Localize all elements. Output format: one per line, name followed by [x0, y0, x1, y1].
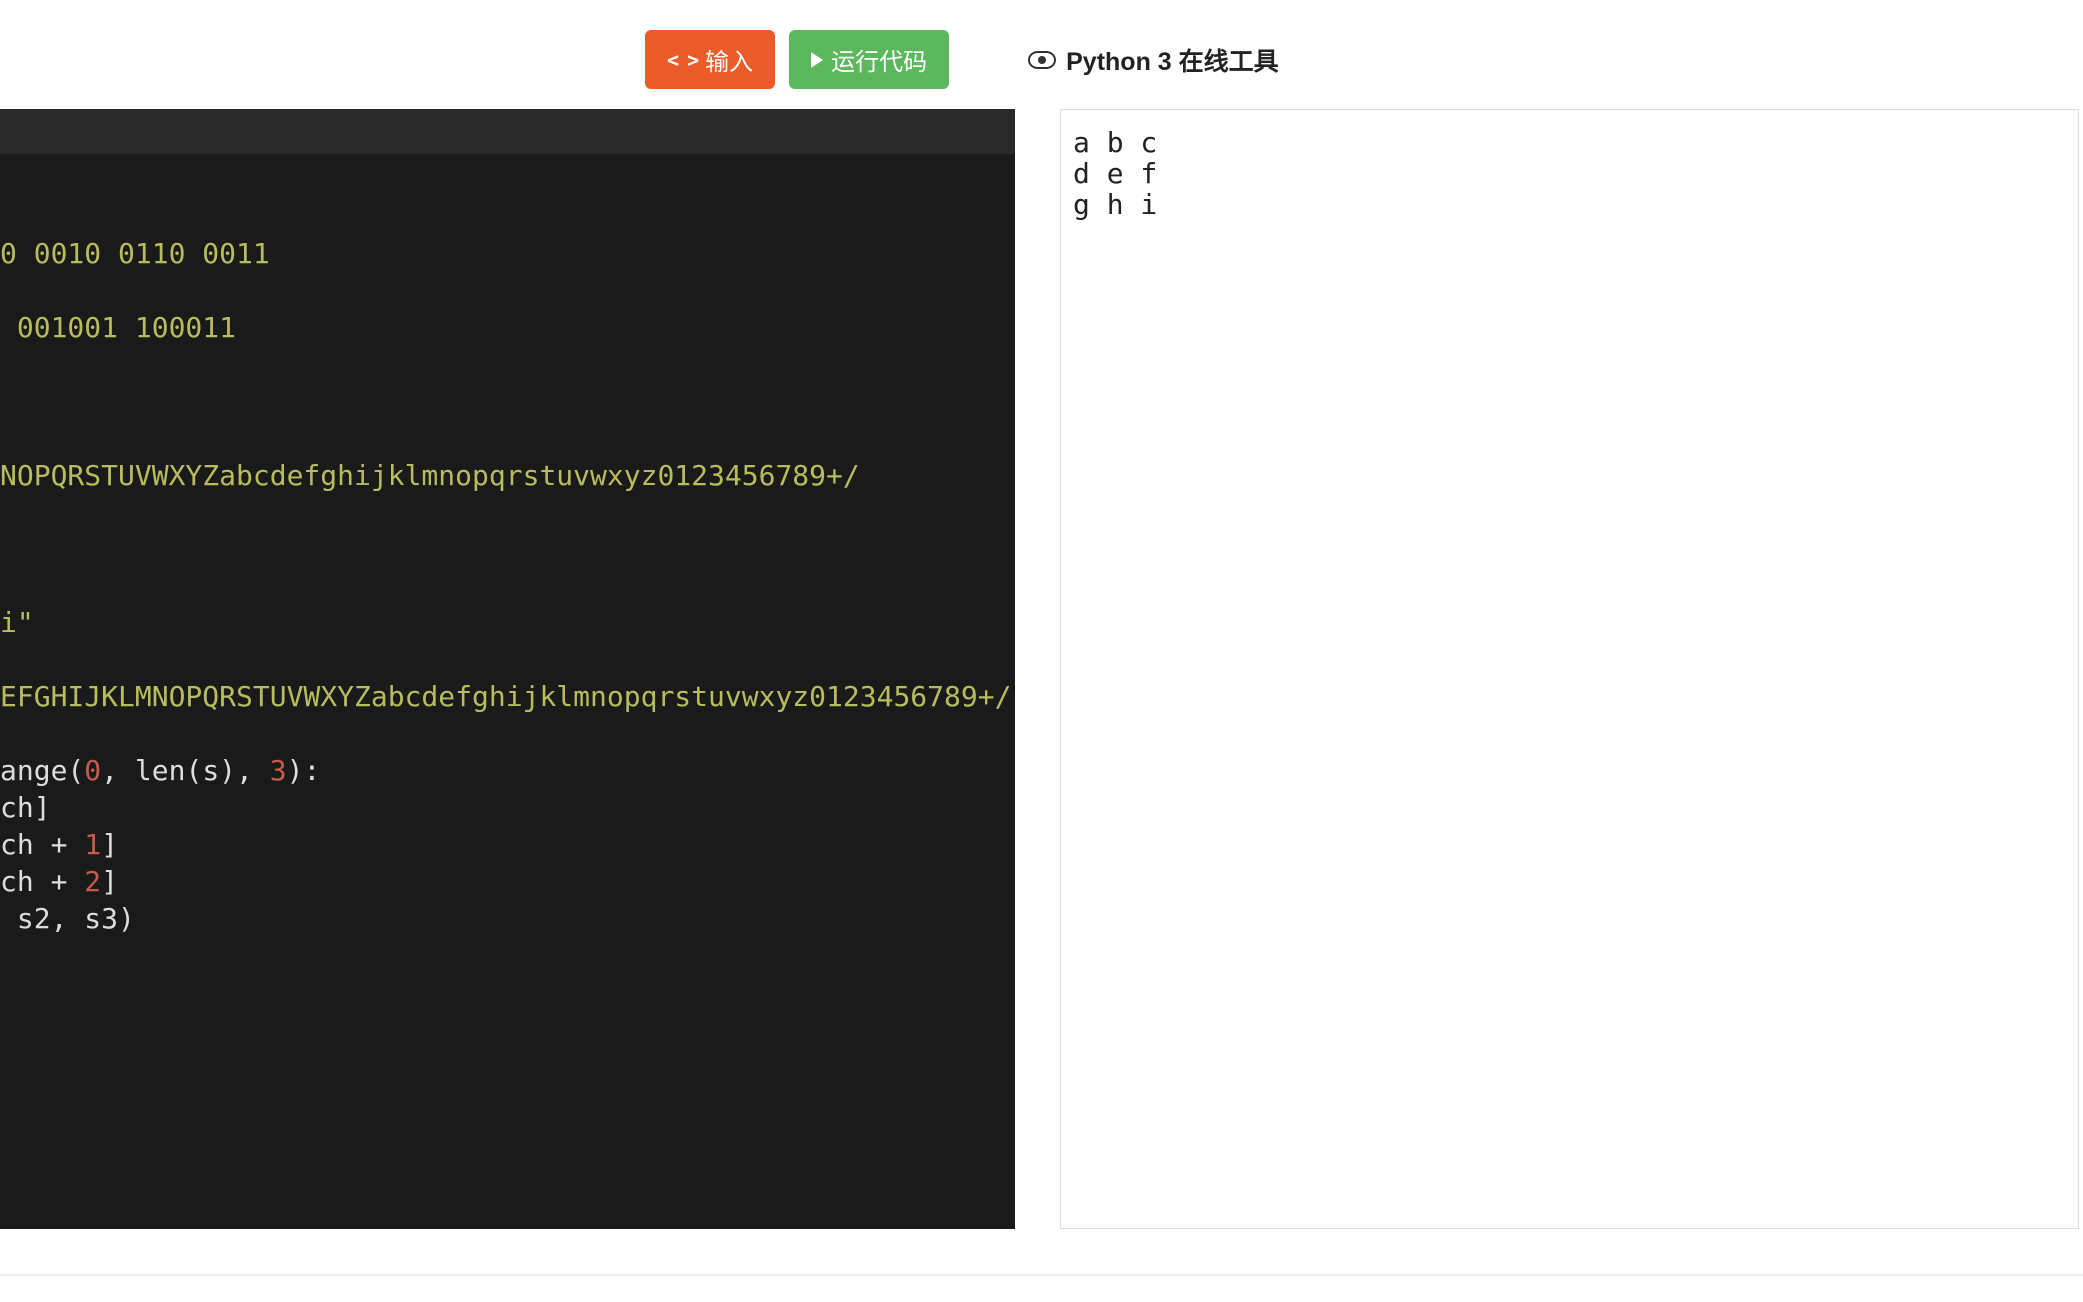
- output-panel: a b c d e f g h i: [1060, 109, 2079, 1229]
- run-button-label: 运行代码: [831, 42, 927, 77]
- page-title: Python 3 在线工具: [1028, 42, 1279, 78]
- code-editor[interactable]: 0 0010 0110 0011 001001 100011 NOPQRSTUV…: [0, 109, 1015, 1229]
- code-line: ch]: [0, 790, 1015, 827]
- page-title-text: Python 3 在线工具: [1066, 42, 1279, 78]
- code-line: [0, 716, 1015, 753]
- code-line: [0, 199, 1015, 236]
- code-line: 0 0010 0110 0011: [0, 236, 1015, 273]
- code-line: [0, 569, 1015, 606]
- footer-divider: [0, 1274, 2083, 1276]
- code-line: [0, 347, 1015, 384]
- toolbar: < > 输入 运行代码 Python 3 在线工具: [645, 0, 2083, 109]
- code-line: [0, 495, 1015, 532]
- play-icon: [811, 52, 823, 68]
- code-line: ange(0, len(s), 3):: [0, 753, 1015, 790]
- code-line: s2, s3): [0, 901, 1015, 938]
- code-line: [0, 642, 1015, 679]
- main-panels: 0 0010 0110 0011 001001 100011 NOPQRSTUV…: [0, 109, 2083, 1229]
- input-button[interactable]: < > 输入: [645, 30, 775, 89]
- eye-icon: [1028, 51, 1056, 69]
- code-line: ch + 2]: [0, 864, 1015, 901]
- editor-tabbar: [0, 109, 1015, 154]
- code-line: EFGHIJKLMNOPQRSTUVWXYZabcdefghijklmnopqr…: [0, 679, 1015, 716]
- code-line: NOPQRSTUVWXYZabcdefghijklmnopqrstuvwxyz0…: [0, 458, 1015, 495]
- input-button-label: 输入: [705, 42, 753, 77]
- code-line: [0, 384, 1015, 421]
- code-line: i": [0, 605, 1015, 642]
- code-line: ch + 1]: [0, 827, 1015, 864]
- run-button[interactable]: 运行代码: [789, 30, 949, 89]
- code-line: [0, 273, 1015, 310]
- code-line: 001001 100011: [0, 310, 1015, 347]
- code-line: [0, 421, 1015, 458]
- code-line: [0, 532, 1015, 569]
- code-icon: < >: [667, 48, 697, 72]
